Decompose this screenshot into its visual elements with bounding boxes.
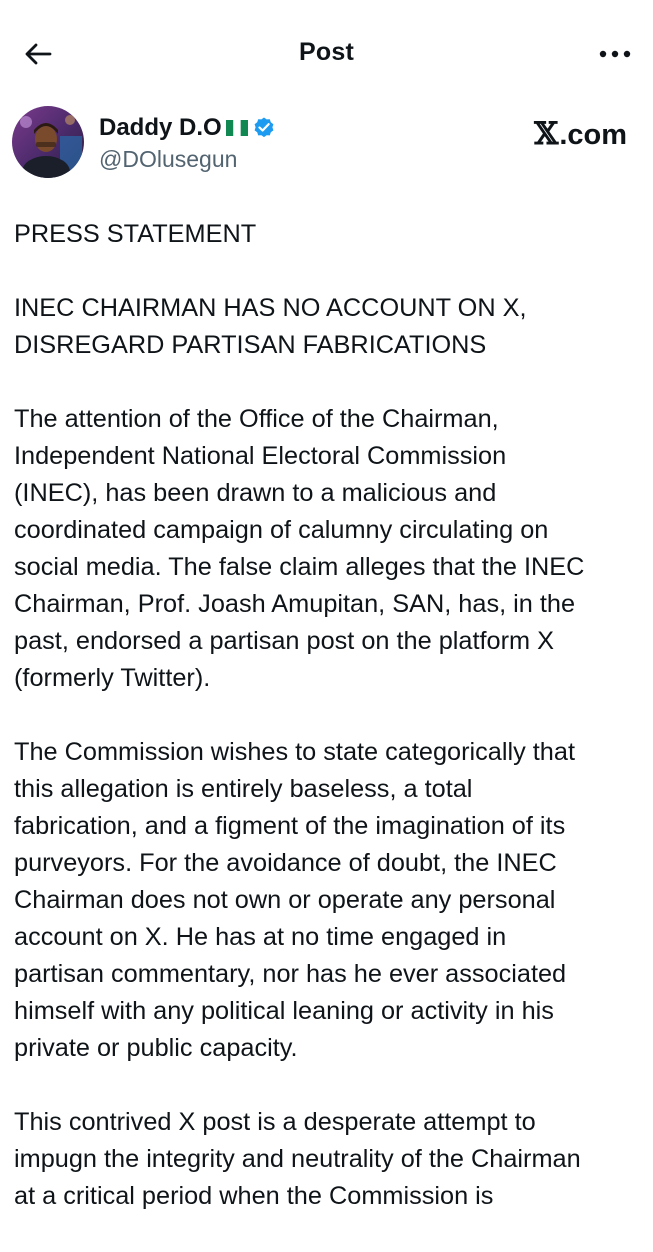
post-line: (formerly Twitter). — [14, 664, 211, 692]
post-line: private or public capacity. — [14, 1034, 298, 1062]
post-paragraph: PRESS STATEMENT — [14, 216, 644, 253]
post-line: account on X. He has at no time engaged … — [14, 923, 507, 951]
post-line: past, endorsed a partisan post on the pl… — [14, 627, 554, 655]
author-display-name: Daddy D.O — [99, 114, 222, 141]
x-logo-icon: 𝕏 — [534, 116, 559, 152]
verified-badge-icon — [254, 117, 274, 138]
post-line: coordinated campaign of calumny circulat… — [14, 516, 549, 544]
post-line: at a critical period when the Commission… — [14, 1182, 494, 1210]
post-line: This contrived X post is a desperate att… — [14, 1108, 536, 1136]
post-paragraph: This contrived X post is a desperate att… — [14, 1104, 644, 1215]
post-line: Chairman does not own or operate any per… — [14, 886, 556, 914]
post-paragraph: The attention of the Office of the Chair… — [14, 401, 644, 697]
post-line: himself with any political leaning or ac… — [14, 997, 554, 1025]
brand-domain: .com — [559, 119, 627, 151]
author-name-row[interactable]: Daddy D.O — [99, 114, 276, 142]
brand-logo: 𝕏 .com — [534, 116, 627, 152]
post-line: (INEC), has been drawn to a malicious an… — [14, 479, 497, 507]
post-line: impugn the integrity and neutrality of t… — [14, 1145, 581, 1173]
post-line: Chairman, Prof. Joash Amupitan, SAN, has… — [14, 590, 576, 618]
post-line: The Commission wishes to state categoric… — [14, 738, 575, 766]
post-line: partisan commentary, nor has he ever ass… — [14, 960, 567, 988]
avatar[interactable] — [12, 106, 84, 178]
avatar-image — [12, 106, 84, 178]
post-paragraph: The Commission wishes to state categoric… — [14, 734, 644, 1067]
post-line: social media. The false claim alleges th… — [14, 553, 585, 581]
post-line: INEC CHAIRMAN HAS NO ACCOUNT ON X, — [14, 294, 527, 322]
more-horizontal-icon — [599, 50, 631, 58]
post-paragraph: INEC CHAIRMAN HAS NO ACCOUNT ON X, DISRE… — [14, 290, 644, 364]
post-line: fabrication, and a figment of the imagin… — [14, 812, 566, 840]
post-line: purveyors. For the avoidance of doubt, t… — [14, 849, 557, 877]
post-line: this allegation is entirely baseless, a … — [14, 775, 473, 803]
post-line: PRESS STATEMENT — [14, 220, 257, 248]
nigeria-flag-icon — [225, 120, 248, 136]
page-title: Post — [299, 38, 354, 66]
post-line: The attention of the Office of the Chair… — [14, 405, 499, 433]
post-line: DISREGARD PARTISAN FABRICATIONS — [14, 331, 487, 359]
more-options-button[interactable] — [595, 34, 635, 74]
post-text: PRESS STATEMENT INEC CHAIRMAN HAS NO ACC… — [14, 216, 644, 1252]
post-line: Independent National Electoral Commissio… — [14, 442, 507, 470]
post-author: Daddy D.O @DOlusegun 𝕏 .com — [12, 104, 642, 180]
top-bar: Post — [0, 0, 653, 106]
author-handle[interactable]: @DOlusegun — [99, 146, 237, 173]
